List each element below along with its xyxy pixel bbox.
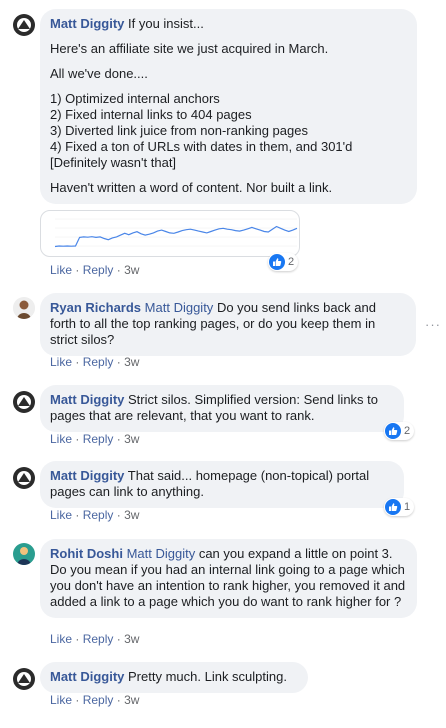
comment-timestamp[interactable]: 3w bbox=[124, 693, 139, 707]
comment-text: Here's an affiliate site we just acquire… bbox=[50, 41, 329, 56]
comment-actions: Like · Reply · 3w bbox=[50, 263, 140, 277]
reply-link[interactable]: Reply bbox=[83, 355, 114, 369]
comment-author[interactable]: Ryan Richards bbox=[50, 300, 141, 315]
avatar-matt-diggity[interactable] bbox=[13, 467, 35, 489]
like-link[interactable]: Like bbox=[50, 432, 72, 446]
avatar-matt-diggity[interactable] bbox=[13, 14, 35, 36]
reaction-count: 1 bbox=[404, 501, 411, 513]
reaction-count-badge[interactable]: 2 bbox=[268, 253, 299, 271]
comment-actions: Like · Reply · 3w bbox=[50, 508, 140, 522]
comment-actions: Like · Reply · 3w bbox=[50, 355, 140, 369]
reply-link[interactable]: Reply bbox=[83, 432, 114, 446]
reply-link[interactable]: Reply bbox=[83, 693, 114, 707]
comment-bubble: Rohit Doshi Matt Diggity can you expand … bbox=[40, 539, 417, 618]
reaction-count-badge[interactable]: 2 bbox=[384, 422, 415, 440]
thumbs-up-icon bbox=[385, 499, 401, 515]
avatar-rohit-doshi[interactable] bbox=[13, 543, 35, 565]
comment-mention[interactable]: Matt Diggity bbox=[145, 300, 214, 315]
comment-text: Pretty much. Link sculpting. bbox=[128, 669, 287, 684]
comment-timestamp[interactable]: 3w bbox=[124, 508, 139, 522]
ellipsis-icon[interactable]: ··· bbox=[425, 317, 441, 332]
comment-author[interactable]: Matt Diggity bbox=[50, 468, 124, 483]
comment-text: Haven't written a word of content. Nor b… bbox=[50, 180, 333, 195]
chart-image[interactable] bbox=[40, 210, 300, 257]
like-link[interactable]: Like bbox=[50, 632, 72, 646]
like-link[interactable]: Like bbox=[50, 693, 72, 707]
avatar-matt-diggity[interactable] bbox=[13, 668, 35, 690]
reaction-count: 2 bbox=[288, 256, 295, 268]
comment-text: All we've done.... bbox=[50, 66, 148, 81]
comment-author[interactable]: Rohit Doshi bbox=[50, 546, 123, 561]
comment-text: 2) Fixed internal links to 404 pages bbox=[50, 107, 252, 122]
comment-timestamp[interactable]: 3w bbox=[124, 432, 139, 446]
thumbs-up-icon bbox=[269, 254, 285, 270]
comment-bubble: Matt Diggity If you insist... Here's an … bbox=[40, 9, 417, 204]
comment-author[interactable]: Matt Diggity bbox=[50, 669, 124, 684]
comment-actions: Like · Reply · 3w bbox=[50, 693, 140, 707]
comment-text: [Definitely wasn't that] bbox=[50, 155, 177, 170]
reply-link[interactable]: Reply bbox=[83, 263, 114, 277]
comment-text: If you insist... bbox=[128, 16, 204, 31]
avatar-ryan-richards[interactable] bbox=[13, 297, 35, 319]
comment-text: 3) Diverted link juice from non-ranking … bbox=[50, 123, 308, 138]
reply-link[interactable]: Reply bbox=[83, 508, 114, 522]
comment-timestamp[interactable]: 3w bbox=[124, 632, 139, 646]
reaction-count: 2 bbox=[404, 425, 411, 437]
comment-bubble: Matt Diggity Strict silos. Simplified ve… bbox=[40, 385, 404, 432]
comment-timestamp[interactable]: 3w bbox=[124, 355, 139, 369]
comment-actions: Like · Reply · 3w bbox=[50, 432, 140, 446]
reaction-count-badge[interactable]: 1 bbox=[384, 498, 415, 516]
comment-actions: Like · Reply · 3w bbox=[50, 632, 140, 646]
like-link[interactable]: Like bbox=[50, 508, 72, 522]
comment-text: 1) Optimized internal anchors bbox=[50, 91, 220, 106]
comment-mention[interactable]: Matt Diggity bbox=[127, 546, 196, 561]
traffic-chart bbox=[54, 218, 298, 248]
reply-link[interactable]: Reply bbox=[83, 632, 114, 646]
like-link[interactable]: Like bbox=[50, 263, 72, 277]
like-link[interactable]: Like bbox=[50, 355, 72, 369]
comment-author[interactable]: Matt Diggity bbox=[50, 392, 124, 407]
comment-bubble: Matt Diggity Pretty much. Link sculpting… bbox=[40, 662, 308, 693]
thumbs-up-icon bbox=[385, 423, 401, 439]
comment-bubble: Matt Diggity That said... homepage (non-… bbox=[40, 461, 404, 508]
comment-text: 4) Fixed a ton of URLs with dates in the… bbox=[50, 139, 353, 154]
avatar-matt-diggity[interactable] bbox=[13, 391, 35, 413]
chart-series-line bbox=[54, 225, 298, 248]
comment-author[interactable]: Matt Diggity bbox=[50, 16, 124, 31]
comment-timestamp[interactable]: 3w bbox=[124, 263, 139, 277]
comment-bubble: Ryan Richards Matt Diggity Do you send l… bbox=[40, 293, 416, 356]
